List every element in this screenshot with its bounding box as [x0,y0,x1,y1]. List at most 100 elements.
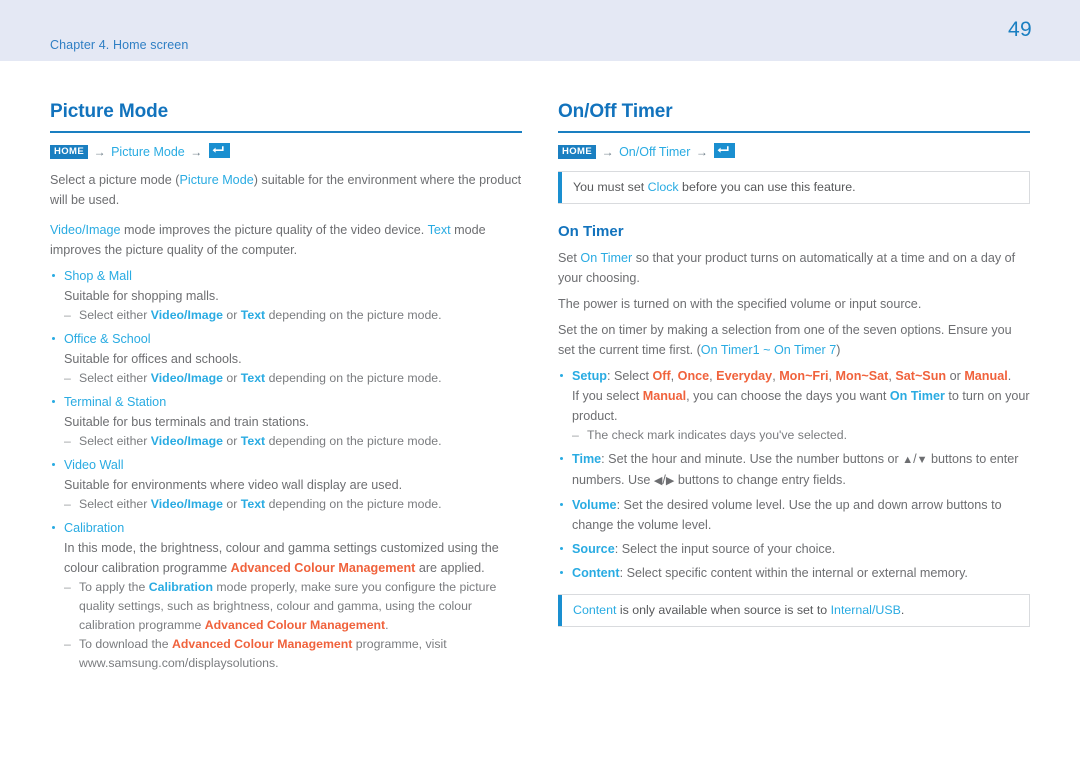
note-or: or [223,497,241,511]
note-text-b: depending on the picture mode. [265,371,442,385]
chapter-label: Chapter 4. Home screen [50,38,189,52]
note-or: or [223,371,241,385]
note-vi: Video/Image [150,371,223,385]
list-item-notes: Select either Video/Image or Text depend… [64,495,522,514]
note-text-a: Select either [79,434,151,448]
note-text-a: Select either [79,308,151,322]
time-c: buttons to change entry fields. [674,473,846,487]
list-item-note: To apply the Calibration mode properly, … [64,578,522,635]
intro-paragraph-2: Video/Image mode improves the picture qu… [50,220,522,260]
arrow-down-icon: ▼ [916,454,928,466]
breadcrumb-arrow-icon-2: → [695,145,708,159]
source-text: Source: Select the input source of your … [572,539,1030,559]
enter-key-icon [714,143,736,158]
note-text-a: Select either [79,371,151,385]
list-item-note: Select either Video/Image or Text depend… [64,432,522,451]
enter-key-icon [208,143,230,158]
list-item-body: Suitable for bus terminals and train sta… [64,415,310,429]
right-column: On/Off Timer HOME → On/Off Timer → You m… [558,100,1030,627]
note-box-content: Content is only available when source is… [558,594,1030,627]
list-item-note: Select either Video/Image or Text depend… [64,306,522,325]
list-item: Office & School Suitable for offices and… [50,329,522,388]
setup-period: . [1007,369,1012,383]
note-bottom-a: is only available when source is set to [616,603,831,617]
note-box-text: Content is only available when source is… [562,595,914,626]
sep-4: , [828,369,836,383]
list-item-head: Calibration [64,521,125,535]
setup-notes: The check mark indicates days you've sel… [572,426,1030,445]
note-text-key: Text [240,497,266,511]
list-item-note: The check mark indicates days you've sel… [572,426,1030,445]
cal-dash1-hl: Calibration [148,580,213,594]
setup-line-2: If you select Manual, you can choose the… [572,386,1030,426]
intro-1-highlight: Picture Mode [179,173,254,187]
setup-line-1: Setup: Select Off, Once, Everyday, Mon~F… [572,366,1030,386]
setup-l2-on-timer: On Timer [889,389,945,403]
list-item-note: To download the Advanced Colour Manageme… [64,635,522,673]
list-item-body: In this mode, the brightness, colour and… [64,538,522,578]
content-text: Content: Select specific content within … [572,563,1030,583]
list-item-source: Source: Select the input source of your … [558,539,1030,559]
list-item: Terminal & Station Suitable for bus term… [50,392,522,451]
title-rule [558,131,1030,133]
breadcrumb-home-badge[interactable]: HOME [558,145,597,159]
volume-label: Volume [572,498,617,512]
note-or: or [223,308,241,322]
note-text-key: Text [240,434,266,448]
intro-2-highlight-1: Video/Image [50,223,121,237]
intro-paragraph-1: Select a picture mode (Picture Mode) sui… [50,170,522,210]
list-item-head: Video Wall [64,458,124,472]
setup-option-once: Once [677,369,710,383]
intro-1-text-a: Select a picture mode ( [50,173,180,187]
source-desc: : Select the input source of your choice… [614,542,836,556]
intro-2-text-a: mode improves the picture quality of the… [120,223,428,237]
list-item-body: Suitable for environments where video wa… [64,478,403,492]
breadcrumb-path-label[interactable]: On/Off Timer [619,145,690,159]
on-timer-paragraph-3: Set the on timer by making a selection f… [558,320,1030,360]
list-item-head: Shop & Mall [64,269,132,283]
breadcrumb-arrow-icon: → [93,145,106,159]
source-label: Source [572,542,615,556]
content-label: Content [572,566,620,580]
p1-a: Set [558,251,581,265]
setup-l2-a: If you select [572,389,643,403]
setup-label: Setup [572,369,607,383]
note-bottom-b: . [900,603,905,617]
note-or: or [223,434,241,448]
p3-tilde: ~ [759,343,774,357]
setup-option-sat-sun: Sat~Sun [895,369,947,383]
note-text-a: Select either [79,497,151,511]
list-item-setup: Setup: Select Off, Once, Everyday, Mon~F… [558,366,1030,445]
breadcrumb-path-label[interactable]: Picture Mode [111,145,185,159]
list-item-body: Suitable for offices and schools. [64,352,242,366]
cal-body-b: are applied. [415,561,485,575]
note-box-text: You must set Clock before you can use th… [562,172,866,203]
breadcrumb-home-badge[interactable]: HOME [50,145,89,159]
note-vi: Video/Image [150,497,223,511]
note-vi: Video/Image [150,308,223,322]
setup-colon: : Select [606,369,653,383]
note-top-a: You must set [573,180,648,194]
list-item-time: Time: Set the hour and minute. Use the n… [558,449,1030,491]
breadcrumb-arrow-icon-2: → [190,145,203,159]
time-a: : Set the hour and minute. Use the numbe… [601,452,903,466]
on-timer-paragraph-1: Set On Timer so that your product turns … [558,248,1030,288]
note-top-clock: Clock [647,180,679,194]
on-timer-paragraph-2: The power is turned on with the specifie… [558,297,922,311]
on-timer-option-list: Setup: Select Off, Once, Everyday, Mon~F… [558,366,1030,583]
list-item-volume: Volume: Set the desired volume level. Us… [558,495,1030,535]
note-top-b: before you can use this feature. [678,180,856,194]
cal-acm-1: Advanced Colour Management [230,561,416,575]
breadcrumb: HOME → Picture Mode → [50,143,522,160]
setup-option-mon-sat: Mon~Sat [835,369,889,383]
arrow-up-icon: ▲ [902,454,914,466]
note-text-b: depending on the picture mode. [265,497,442,511]
note-bottom-content: Content [573,603,617,617]
p1-on-timer: On Timer [580,251,633,265]
note-box-clock: You must set Clock before you can use th… [558,171,1030,204]
list-item-content: Content: Select specific content within … [558,563,1030,583]
p3-on-timer-7: On Timer 7 [773,343,837,357]
picture-mode-list: Shop & Mall Suitable for shopping malls.… [50,266,522,673]
p3-b: ) [836,343,841,357]
setup-option-manual: Manual [964,369,1008,383]
